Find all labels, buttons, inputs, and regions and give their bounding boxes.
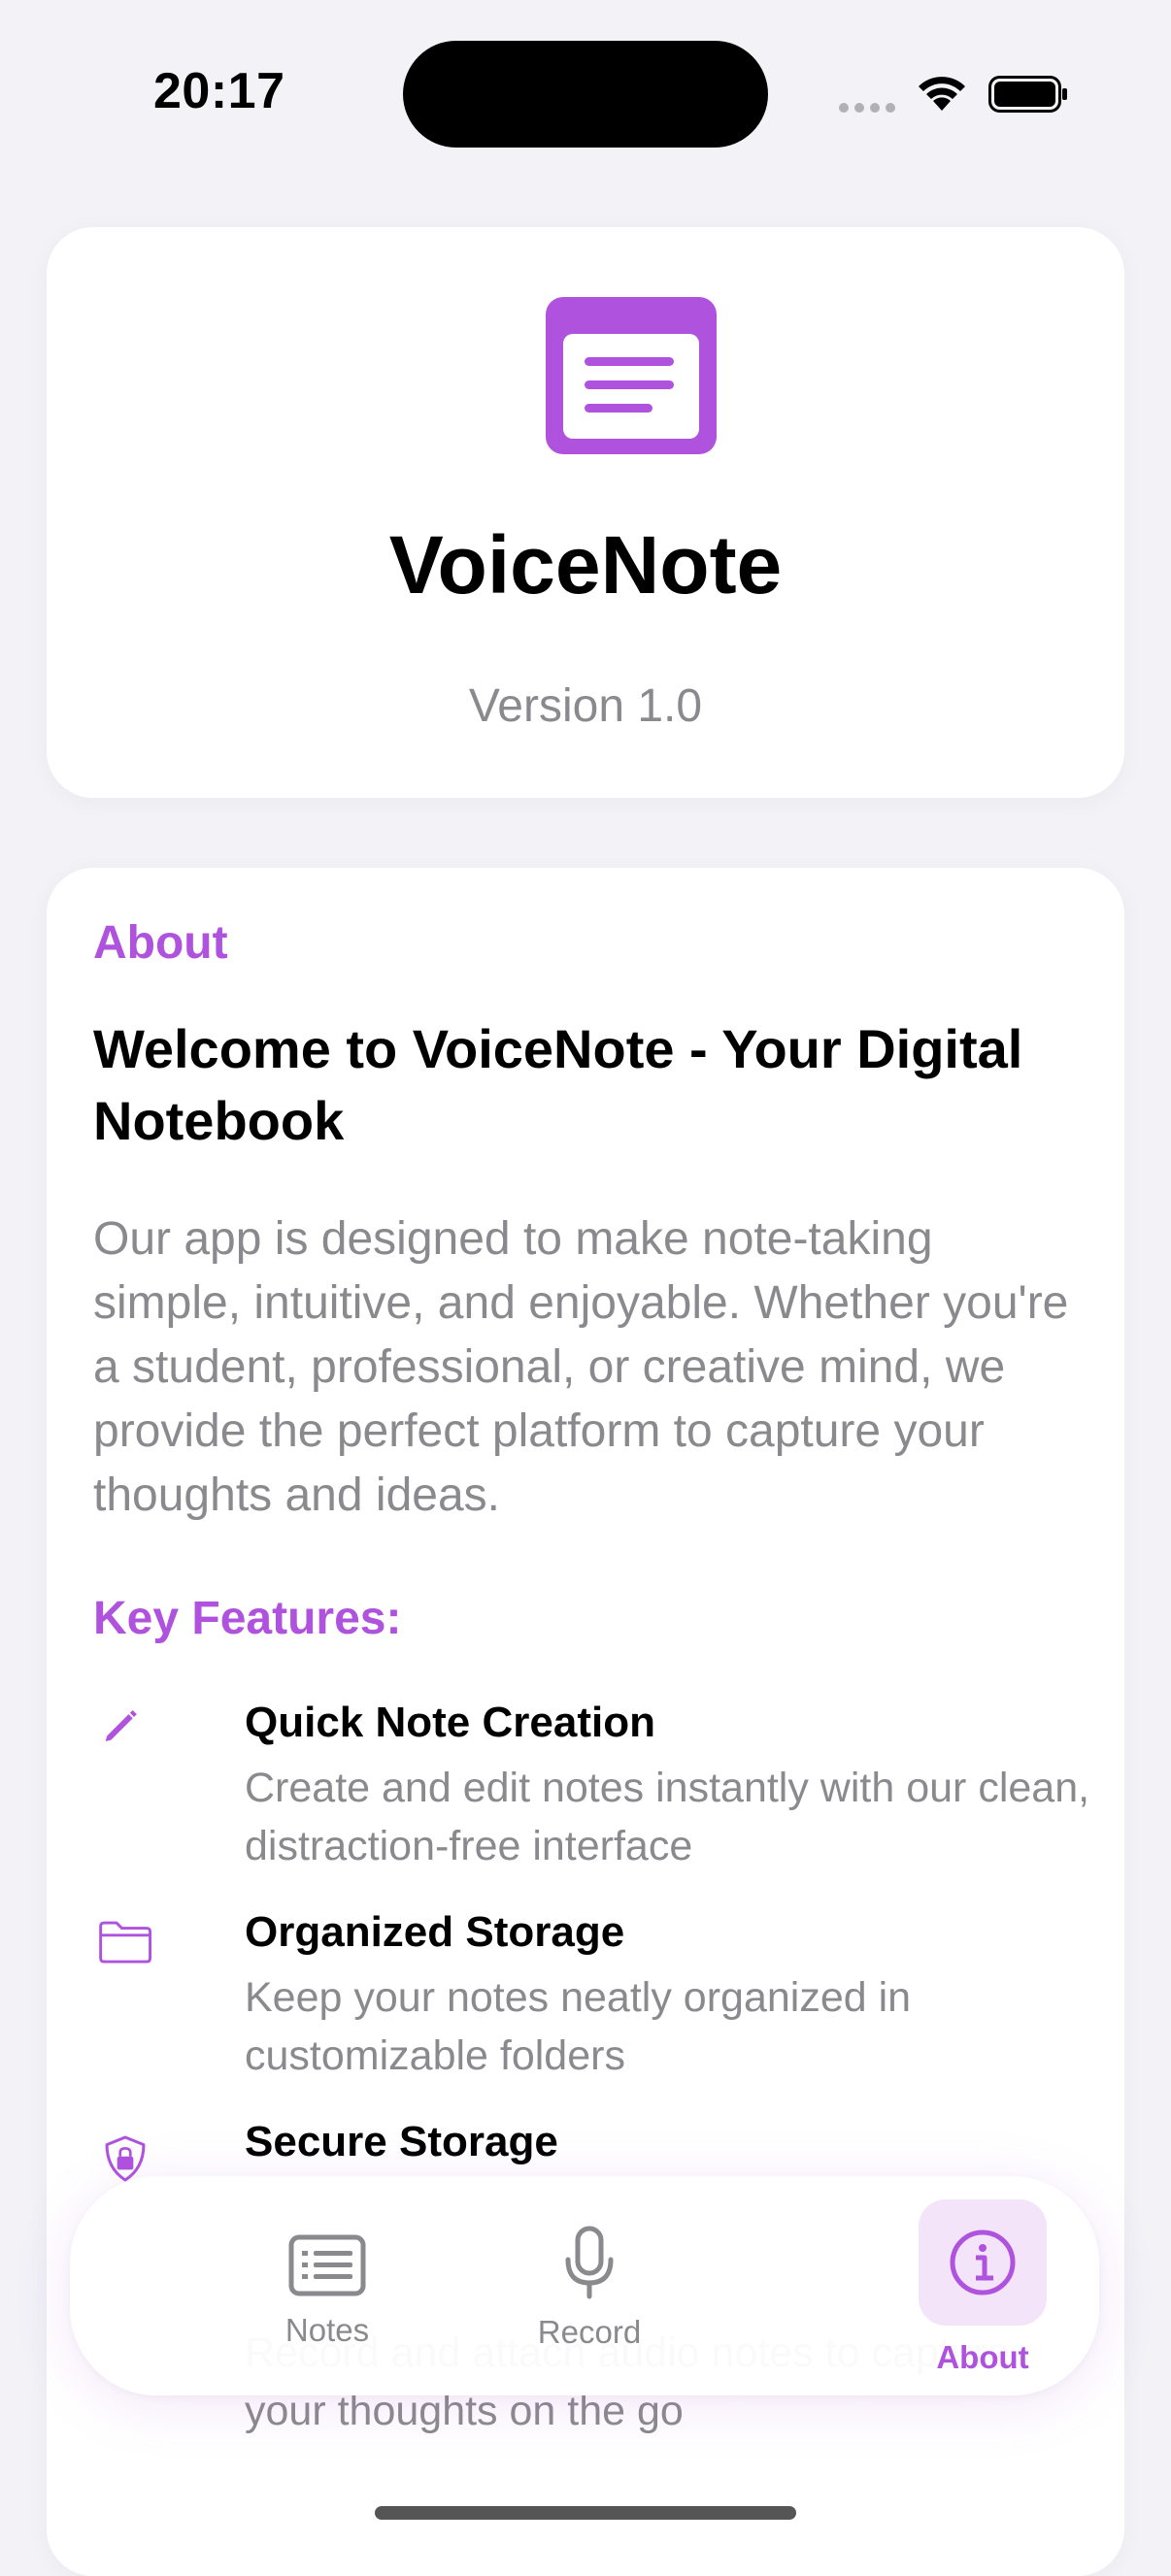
app-name: VoiceNote [388, 519, 783, 611]
welcome-title: Welcome to VoiceNote - Your Digital Note… [93, 1018, 1023, 1151]
welcome-body: Our app is designed to make note-taking … [93, 1213, 1069, 1521]
pencil-icon [105, 1710, 137, 1742]
folder-icon [99, 1921, 152, 1964]
app-header-card: VoiceNote Version 1.0 [47, 227, 1124, 798]
tab-label: About [936, 2339, 1029, 2375]
app-version: Version 1.0 [468, 680, 703, 732]
tab-bar: Notes Record About [70, 2176, 1099, 2395]
about-section-label: About [93, 917, 228, 969]
wifi-icon [919, 77, 965, 111]
tab-about[interactable]: About [818, 2176, 1148, 2395]
tab-record[interactable]: Record [429, 2176, 750, 2395]
dynamic-island [403, 41, 768, 148]
microphone-icon [565, 2226, 614, 2299]
notes-list-icon [288, 2234, 366, 2296]
status-time: 20:17 [153, 63, 285, 119]
feature-description: Keep your notes neatly organized in cust… [245, 1974, 912, 2079]
key-features-title: Key Features: [93, 1593, 402, 1644]
battery-icon [988, 76, 1067, 113]
info-icon [950, 2229, 1016, 2295]
cellular-signal-icon [839, 103, 895, 113]
feature-title: Quick Note Creation [245, 1699, 655, 1746]
feature-title: Secure Storage [245, 2118, 558, 2165]
feature-title: Organized Storage [245, 1908, 625, 1956]
notes-app-icon [546, 297, 717, 454]
feature-description: Create and edit notes instantly with our… [245, 1765, 1090, 1869]
home-indicator [375, 2506, 796, 2520]
tab-label: Record [537, 2314, 642, 2350]
status-bar: 20:17 [0, 0, 1171, 194]
